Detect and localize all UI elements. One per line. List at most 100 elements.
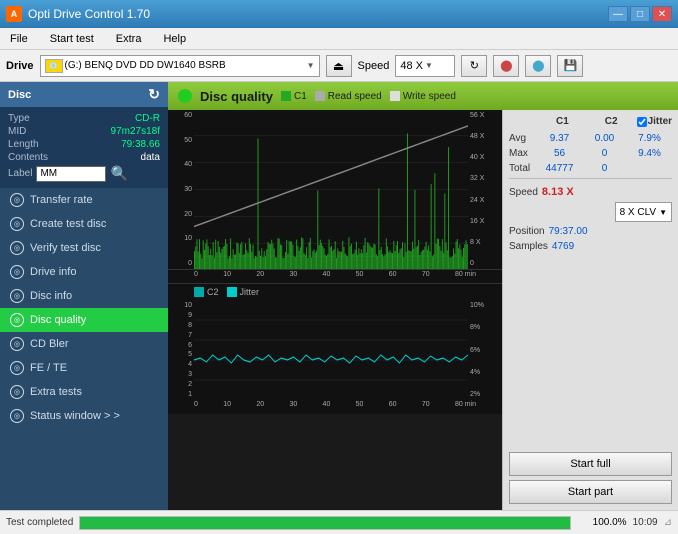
disc-label-key: Label bbox=[8, 168, 32, 179]
disc-length-key: Length bbox=[8, 139, 39, 150]
legend-read-speed-color bbox=[315, 91, 325, 101]
x-40: 40 bbox=[323, 271, 331, 283]
col-header-jitter: Jitter bbox=[648, 116, 672, 127]
position-label: Position bbox=[509, 226, 545, 237]
y-bot-1: 1 bbox=[170, 391, 192, 398]
max-label: Max bbox=[509, 148, 537, 159]
sidebar-item-transfer-rate[interactable]: ◎ Transfer rate bbox=[0, 188, 168, 212]
legend-jitter: Jitter bbox=[227, 287, 260, 297]
legend-read-speed-label: Read speed bbox=[328, 91, 382, 102]
menu-bar: File Start test Extra Help bbox=[0, 28, 678, 50]
menu-help[interactable]: Help bbox=[157, 31, 192, 47]
y-bot-9: 9 bbox=[170, 312, 192, 319]
speed-mode-dropdown[interactable]: 8 X CLV ▼ bbox=[615, 202, 672, 222]
menu-file[interactable]: File bbox=[4, 31, 34, 47]
y-bot-6: 6 bbox=[170, 342, 192, 349]
legend-c1-label: C1 bbox=[294, 91, 307, 102]
label-search-icon[interactable]: 🔍 bbox=[110, 165, 127, 182]
legend-jitter-label: Jitter bbox=[240, 287, 260, 297]
menu-start-test[interactable]: Start test bbox=[44, 31, 100, 47]
legend-c2-label: C2 bbox=[207, 287, 219, 297]
y-top-20: 20 bbox=[170, 211, 192, 218]
speed-mode-arrow: ▼ bbox=[659, 208, 667, 217]
disc-type-key: Type bbox=[8, 113, 30, 124]
drive-dropdown-arrow: ▼ bbox=[307, 61, 315, 70]
drive-info-icon: ◎ bbox=[10, 265, 24, 279]
status-time: 10:09 bbox=[633, 517, 658, 528]
sidebar-item-disc-quality[interactable]: ◎ Disc quality bbox=[0, 308, 168, 332]
drive-bar: Drive 💿 (G:) BENQ DVD DD DW1640 BSRB ▼ ⏏… bbox=[0, 50, 678, 82]
app-icon: A bbox=[6, 6, 22, 22]
sidebar-item-create-test-disc[interactable]: ◎ Create test disc bbox=[0, 212, 168, 236]
y-bot-7: 7 bbox=[170, 332, 192, 339]
refresh-button[interactable]: ↻ bbox=[461, 55, 487, 77]
legend-c2: C2 bbox=[194, 287, 219, 297]
disc-info-panel: Type CD-R MID 97m27s18f Length 79:38.66 … bbox=[0, 107, 168, 188]
start-part-button[interactable]: Start part bbox=[509, 480, 672, 504]
disc-info-icon: ◎ bbox=[10, 289, 24, 303]
sidebar-item-drive-info[interactable]: ◎ Drive info bbox=[0, 260, 168, 284]
sidebar-item-fe-te[interactable]: ◎ FE / TE bbox=[0, 356, 168, 380]
sidebar-item-status-window[interactable]: ◎ Status window > > bbox=[0, 404, 168, 428]
disc-section-header: Disc ↻ bbox=[0, 82, 168, 107]
sidebar-item-verify-test-disc[interactable]: ◎ Verify test disc bbox=[0, 236, 168, 260]
sidebar-item-cd-bler[interactable]: ◎ CD Bler bbox=[0, 332, 168, 356]
progress-percent: 100.0% bbox=[577, 517, 627, 528]
disc-quality-label: Disc quality bbox=[30, 314, 86, 326]
drive-eject-button[interactable]: ⏏ bbox=[326, 55, 352, 77]
sidebar: Disc ↻ Type CD-R MID 97m27s18f Length 79… bbox=[0, 82, 168, 510]
avg-label: Avg bbox=[509, 133, 537, 144]
max-jitter: 9.4% bbox=[627, 148, 672, 159]
verify-test-disc-icon: ◎ bbox=[10, 241, 24, 255]
y-right-0: 0 bbox=[470, 260, 500, 267]
y-bot-4: 4 bbox=[170, 361, 192, 368]
drive-select[interactable]: 💿 (G:) BENQ DVD DD DW1640 BSRB ▼ bbox=[40, 55, 320, 77]
sidebar-item-disc-info[interactable]: ◎ Disc info bbox=[0, 284, 168, 308]
disc-label-input[interactable] bbox=[36, 166, 106, 182]
disc-contents-val: data bbox=[141, 152, 160, 163]
col-header-c1: C1 bbox=[539, 116, 586, 127]
total-label: Total bbox=[509, 163, 537, 174]
max-c2: 0 bbox=[582, 148, 627, 159]
drive-label: Drive bbox=[6, 60, 34, 72]
speed-select[interactable]: 48 X ▼ bbox=[395, 55, 455, 77]
y-right-56x: 56 X bbox=[470, 112, 500, 119]
y-bot-2: 2 bbox=[170, 381, 192, 388]
menu-extra[interactable]: Extra bbox=[110, 31, 148, 47]
settings-button1[interactable]: ⬤ bbox=[493, 55, 519, 77]
y-right-24x: 24 X bbox=[470, 197, 500, 204]
legend-jitter-color bbox=[227, 287, 237, 297]
minimize-button[interactable]: — bbox=[608, 6, 628, 22]
x-bot-10: 10 bbox=[223, 401, 231, 414]
y-bot-3: 3 bbox=[170, 371, 192, 378]
extra-tests-label: Extra tests bbox=[30, 386, 82, 398]
disc-quality-icon: ◎ bbox=[10, 313, 24, 327]
speed-dropdown-arrow: ▼ bbox=[425, 61, 433, 70]
y-right-8x: 8 X bbox=[470, 239, 500, 246]
maximize-button[interactable]: □ bbox=[630, 6, 650, 22]
sidebar-item-extra-tests[interactable]: ◎ Extra tests bbox=[0, 380, 168, 404]
max-c1: 56 bbox=[537, 148, 582, 159]
chart-icon bbox=[178, 89, 192, 103]
avg-jitter: 7.9% bbox=[627, 133, 672, 144]
speed-stat-value: 8.13 X bbox=[542, 186, 574, 198]
disc-info-label: Disc info bbox=[30, 290, 72, 302]
y-top-50: 50 bbox=[170, 137, 192, 144]
title-bar: A Opti Drive Control 1.70 — □ ✕ bbox=[0, 0, 678, 28]
y-right-32x: 32 X bbox=[470, 175, 500, 182]
close-button[interactable]: ✕ bbox=[652, 6, 672, 22]
jitter-checkbox[interactable] bbox=[637, 117, 647, 127]
y-right-6pct: 6% bbox=[470, 347, 500, 354]
save-button[interactable]: 💾 bbox=[557, 55, 583, 77]
disc-mid-val: 97m27s18f bbox=[111, 126, 160, 137]
legend-write-speed-label: Write speed bbox=[403, 91, 456, 102]
y-top-30: 30 bbox=[170, 186, 192, 193]
disc-refresh-icon[interactable]: ↻ bbox=[148, 86, 160, 103]
settings-button2[interactable]: ⬤ bbox=[525, 55, 551, 77]
verify-test-disc-label: Verify test disc bbox=[30, 242, 101, 254]
samples-label: Samples bbox=[509, 241, 548, 252]
start-full-button[interactable]: Start full bbox=[509, 452, 672, 476]
y-right-2pct: 2% bbox=[470, 391, 500, 398]
legend-c2-color bbox=[194, 287, 204, 297]
total-c1: 44777 bbox=[537, 163, 582, 174]
